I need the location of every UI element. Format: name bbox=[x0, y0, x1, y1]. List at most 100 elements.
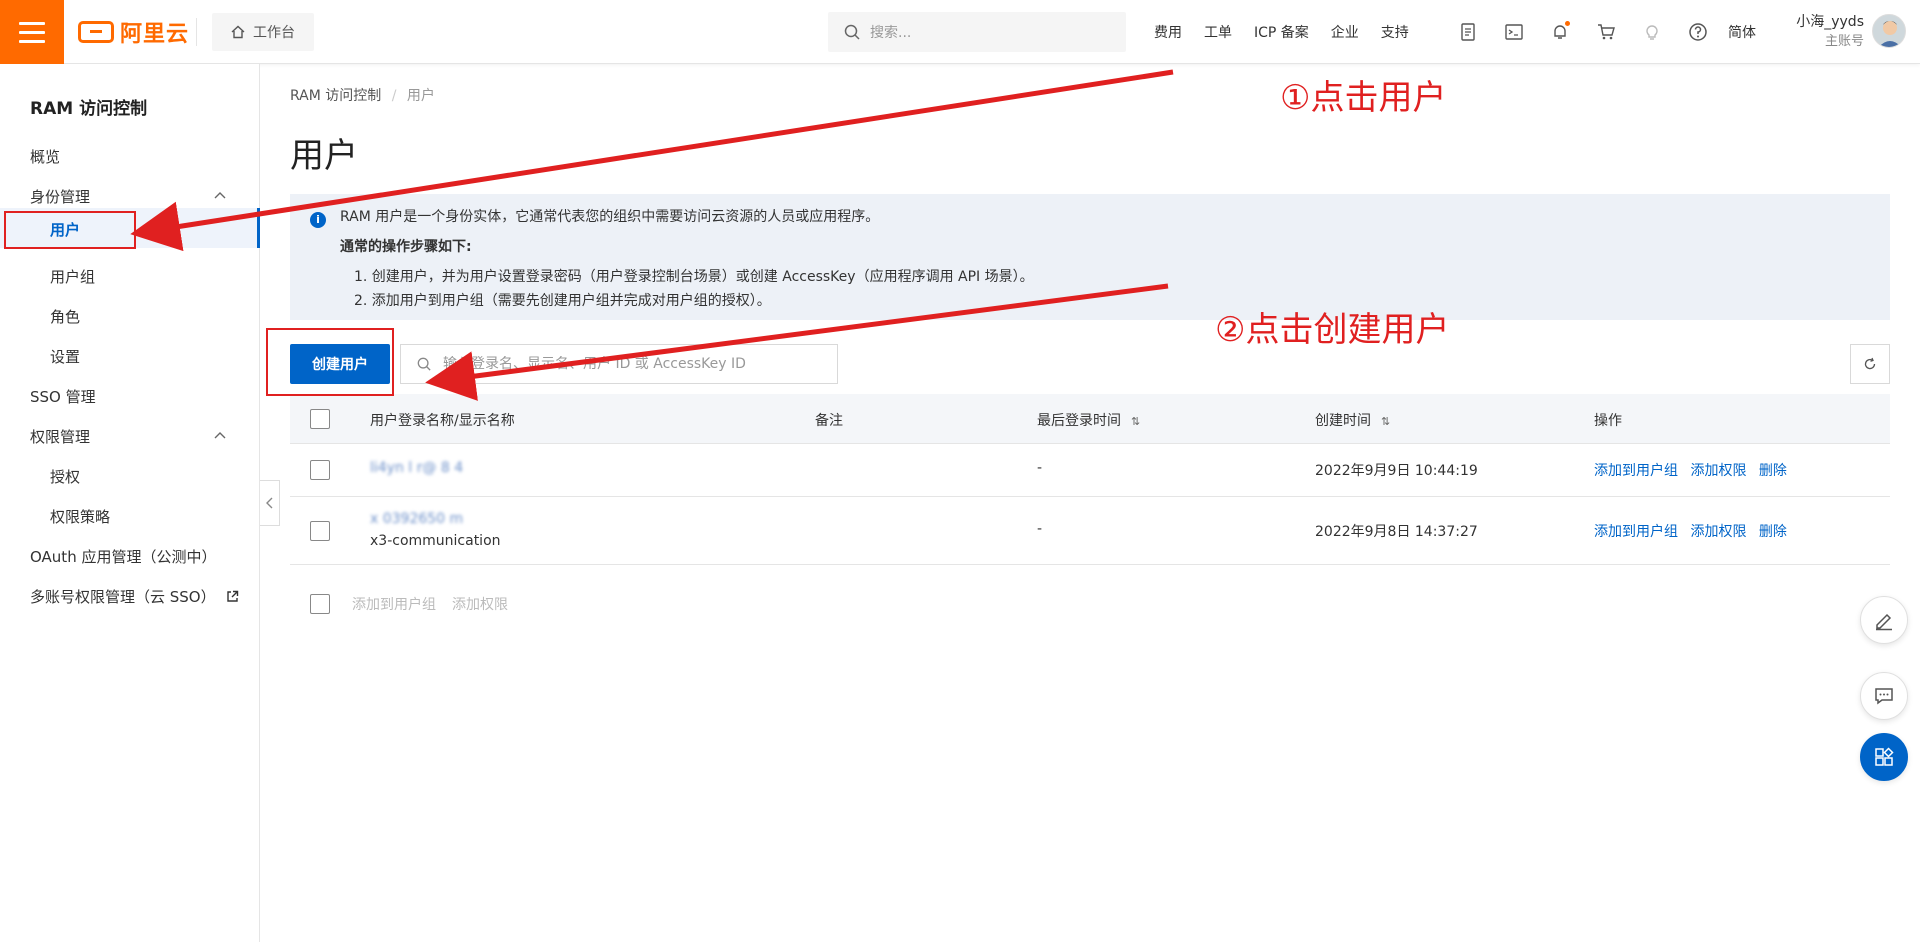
add-permission-link[interactable]: 添加权限 bbox=[1690, 463, 1746, 479]
user-login-name[interactable]: li4yn l r@ 8 4 bbox=[370, 460, 463, 476]
help-icon[interactable] bbox=[1686, 20, 1710, 44]
annotation-step1: ①点击用户 bbox=[1280, 78, 1447, 118]
add-to-group-link[interactable]: 添加到用户组 bbox=[1594, 524, 1678, 540]
breadcrumb-current: 用户 bbox=[406, 88, 435, 104]
last-login-time: - bbox=[1037, 521, 1043, 537]
last-login-time: - bbox=[1037, 460, 1043, 476]
aliyun-logo-icon bbox=[78, 21, 114, 43]
row-actions: 添加到用户组 添加权限 删除 bbox=[1594, 521, 1787, 541]
batch-select-checkbox[interactable] bbox=[310, 594, 330, 614]
cart-icon[interactable] bbox=[1594, 20, 1618, 44]
sidebar-item-multi-account-label: 多账号权限管理（云 SSO） bbox=[30, 588, 216, 606]
col-created-label: 创建时间 bbox=[1315, 413, 1371, 429]
users-table: 用户登录名称/显示名称 备注 最后登录时间 ⇅ 创建时间 ⇅ 操作 li4yn l … bbox=[290, 394, 1890, 565]
table-header: 用户登录名称/显示名称 备注 最后登录时间 ⇅ 创建时间 ⇅ 操作 bbox=[290, 394, 1890, 444]
col-last-login[interactable]: 最后登录时间 ⇅ bbox=[1037, 410, 1140, 430]
chevron-up-icon[interactable] bbox=[214, 190, 226, 202]
row-checkbox[interactable] bbox=[310, 521, 330, 541]
nav-icp[interactable]: ICP 备案 bbox=[1254, 22, 1309, 42]
delete-link[interactable]: 删除 bbox=[1759, 524, 1787, 540]
nav-support[interactable]: 支持 bbox=[1381, 22, 1409, 42]
chat-button[interactable] bbox=[1860, 672, 1908, 720]
sidebar-item-sso[interactable]: SSO 管理 bbox=[30, 386, 96, 407]
apps-button[interactable] bbox=[1860, 733, 1908, 781]
icp-doc-icon[interactable] bbox=[1456, 20, 1480, 44]
annotation-box-create bbox=[266, 328, 394, 396]
col-created[interactable]: 创建时间 ⇅ bbox=[1315, 410, 1390, 430]
refresh-icon bbox=[1864, 357, 1876, 370]
user-search-box bbox=[400, 344, 838, 384]
col-remark: 备注 bbox=[815, 413, 843, 429]
notification-dot bbox=[1565, 21, 1570, 26]
bell-icon[interactable] bbox=[1548, 20, 1572, 44]
col-name: 用户登录名称/显示名称 bbox=[370, 413, 515, 429]
edit-icon bbox=[1876, 613, 1892, 631]
add-to-group-link[interactable]: 添加到用户组 bbox=[1594, 463, 1678, 479]
nav-tickets[interactable]: 工单 bbox=[1204, 22, 1232, 42]
lightbulb-icon[interactable] bbox=[1640, 20, 1664, 44]
row-actions: 添加到用户组 添加权限 删除 bbox=[1594, 460, 1787, 480]
batch-add-to-group[interactable]: 添加到用户组 bbox=[352, 594, 436, 614]
sidebar-collapse-button[interactable] bbox=[260, 480, 280, 526]
user-display-name: x3-communication bbox=[370, 533, 501, 549]
global-search-input[interactable]: 搜索... bbox=[828, 12, 1126, 52]
user-search-input[interactable] bbox=[443, 356, 823, 372]
terminal-icon[interactable] bbox=[1502, 20, 1526, 44]
top-nav-icons bbox=[1456, 0, 1710, 64]
sidebar-item-settings[interactable]: 设置 bbox=[50, 346, 80, 367]
top-nav-links: 费用 工单 ICP 备案 企业 支持 bbox=[1154, 0, 1409, 64]
sidebar-item-grants[interactable]: 授权 bbox=[50, 466, 80, 487]
sidebar-title: RAM 访问控制 bbox=[30, 99, 148, 119]
chevron-left-icon bbox=[265, 497, 272, 509]
created-time: 2022年9月8日 14:37:27 bbox=[1315, 524, 1478, 540]
col-actions: 操作 bbox=[1594, 413, 1622, 429]
sidebar-item-groups[interactable]: 用户组 bbox=[50, 266, 95, 287]
user-login-name[interactable]: x 0392650 m bbox=[370, 511, 463, 527]
notice-step2: 2. 添加用户到用户组（需要先创建用户组并完成对用户组的授权）。 bbox=[354, 293, 771, 309]
workbench-button[interactable]: 工作台 bbox=[212, 13, 314, 51]
sidebar-item-policies[interactable]: 权限策略 bbox=[50, 506, 110, 527]
breadcrumb-separator: / bbox=[391, 88, 397, 104]
sidebar-item-identity[interactable]: 身份管理 bbox=[30, 186, 90, 207]
refresh-button[interactable] bbox=[1850, 344, 1890, 384]
sidebar-item-roles[interactable]: 角色 bbox=[50, 306, 80, 327]
logo-divider bbox=[196, 18, 197, 46]
home-icon bbox=[231, 25, 245, 39]
avatar[interactable] bbox=[1872, 14, 1906, 48]
hamburger-menu-button[interactable] bbox=[0, 0, 64, 64]
nav-enterprise[interactable]: 企业 bbox=[1331, 22, 1359, 42]
sidebar-item-permissions[interactable]: 权限管理 bbox=[30, 426, 90, 447]
add-permission-link[interactable]: 添加权限 bbox=[1690, 524, 1746, 540]
workbench-label: 工作台 bbox=[253, 25, 295, 41]
batch-add-permission[interactable]: 添加权限 bbox=[452, 594, 508, 614]
aliyun-logo[interactable]: 阿里云 bbox=[78, 16, 189, 48]
notice-step1: 1. 创建用户，并为用户设置登录密码（用户登录控制台场景）或创建 AccessK… bbox=[354, 269, 1034, 285]
apps-grid-icon bbox=[1875, 747, 1894, 766]
user-name: 小海_yyds bbox=[1796, 14, 1864, 30]
select-all-checkbox[interactable] bbox=[310, 409, 330, 429]
info-notice: i RAM 用户是一个身份实体，它通常代表您的组织中需要访问云资源的人员或应用程… bbox=[290, 194, 1890, 320]
language-switch[interactable]: 简体 bbox=[1728, 22, 1756, 42]
notice-line1: RAM 用户是一个身份实体，它通常代表您的组织中需要访问云资源的人员或应用程序。 bbox=[340, 209, 880, 225]
user-info[interactable]: 小海_yyds 主账号 bbox=[1776, 12, 1864, 52]
external-link-icon bbox=[227, 590, 239, 602]
sidebar-item-overview[interactable]: 概览 bbox=[30, 146, 60, 167]
sort-icon[interactable]: ⇅ bbox=[1381, 415, 1390, 428]
annotation-box-users bbox=[4, 211, 136, 249]
sidebar-item-multi-account[interactable]: 多账号权限管理（云 SSO） bbox=[30, 586, 239, 607]
created-time: 2022年9月9日 10:44:19 bbox=[1315, 463, 1478, 479]
table-row: li4yn l r@ 8 4 - 2022年9月9日 10:44:19 添加到用… bbox=[290, 444, 1890, 497]
nav-billing[interactable]: 费用 bbox=[1154, 22, 1182, 42]
row-checkbox[interactable] bbox=[310, 460, 330, 480]
sidebar: RAM 访问控制 概览 身份管理 用户 用户组 角色 设置 SSO 管理 权限管… bbox=[0, 64, 260, 942]
table-row: x 0392650 m x3-communication - 2022年9月8日… bbox=[290, 497, 1890, 565]
breadcrumb-root[interactable]: RAM 访问控制 bbox=[290, 88, 381, 104]
sort-icon[interactable]: ⇅ bbox=[1131, 415, 1140, 428]
edit-feedback-button[interactable] bbox=[1860, 596, 1908, 644]
delete-link[interactable]: 删除 bbox=[1759, 463, 1787, 479]
breadcrumb: RAM 访问控制 / 用户 bbox=[290, 85, 435, 105]
sidebar-item-oauth[interactable]: OAuth 应用管理（公测中） bbox=[30, 546, 216, 567]
chevron-up-icon[interactable] bbox=[214, 430, 226, 442]
annotation-step2: ②点击创建用户 bbox=[1215, 310, 1450, 350]
search-icon bbox=[417, 357, 431, 371]
